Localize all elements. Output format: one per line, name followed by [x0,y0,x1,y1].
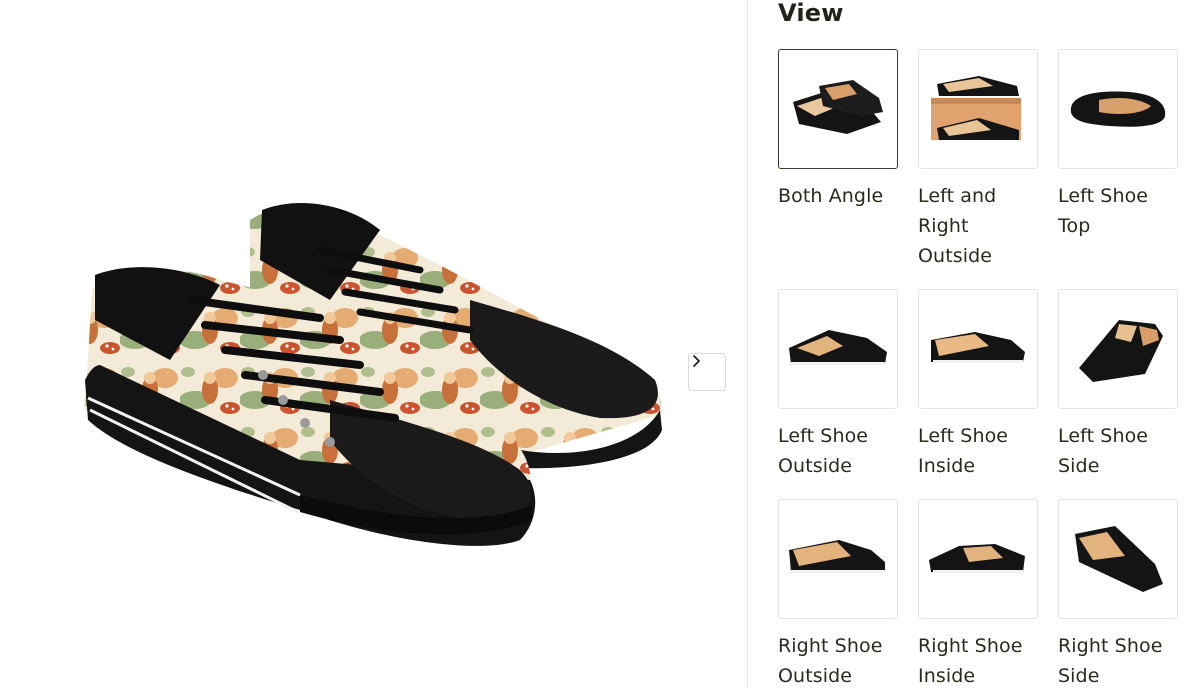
thumb-label: Right Shoe Side [1058,635,1163,687]
thumb-image[interactable] [1058,289,1178,409]
thumb-label: Left Shoe Outside [778,425,869,477]
thumb-image[interactable] [778,289,898,409]
thumb-right-shoe-side[interactable]: Right Shoe Side [1058,499,1178,691]
thumb-both-angle[interactable]: Both Angle [778,49,898,211]
thumb-label: Left and Right Outside [918,185,997,267]
view-selector-panel: View Both Angle Left and Right Outside L… [778,0,1198,688]
shoe-pair-illustration [85,202,662,546]
thumb-left-shoe-outside[interactable]: Left Shoe Outside [778,289,898,481]
thumb-right-shoe-inside[interactable]: Right Shoe Inside [918,499,1038,691]
thumb-image[interactable] [778,499,898,619]
main-product-image [0,0,747,688]
next-image-button[interactable] [688,353,726,391]
thumb-right-shoe-outside[interactable]: Right Shoe Outside [778,499,898,691]
thumb-image[interactable] [918,289,1038,409]
panel-divider [747,0,748,688]
thumb-left-shoe-side[interactable]: Left Shoe Side [1058,289,1178,481]
thumb-image[interactable] [1058,499,1178,619]
thumb-image[interactable] [918,499,1038,619]
thumb-label: Both Angle [778,185,884,207]
thumb-label: Left Shoe Top [1058,185,1149,237]
thumb-left-shoe-top[interactable]: Left Shoe Top [1058,49,1178,241]
thumb-image[interactable] [1058,49,1178,169]
thumb-label: Left Shoe Inside [918,425,1009,477]
thumb-image[interactable] [778,49,898,169]
thumb-left-and-right-outside[interactable]: Left and Right Outside [918,49,1038,271]
thumb-left-shoe-inside[interactable]: Left Shoe Inside [918,289,1038,481]
view-title: View [778,0,844,27]
thumb-label: Left Shoe Side [1058,425,1149,477]
thumb-label: Right Shoe Inside [918,635,1023,687]
thumb-label: Right Shoe Outside [778,635,883,687]
thumb-image[interactable] [918,49,1038,169]
chevron-right-icon [693,355,700,367]
